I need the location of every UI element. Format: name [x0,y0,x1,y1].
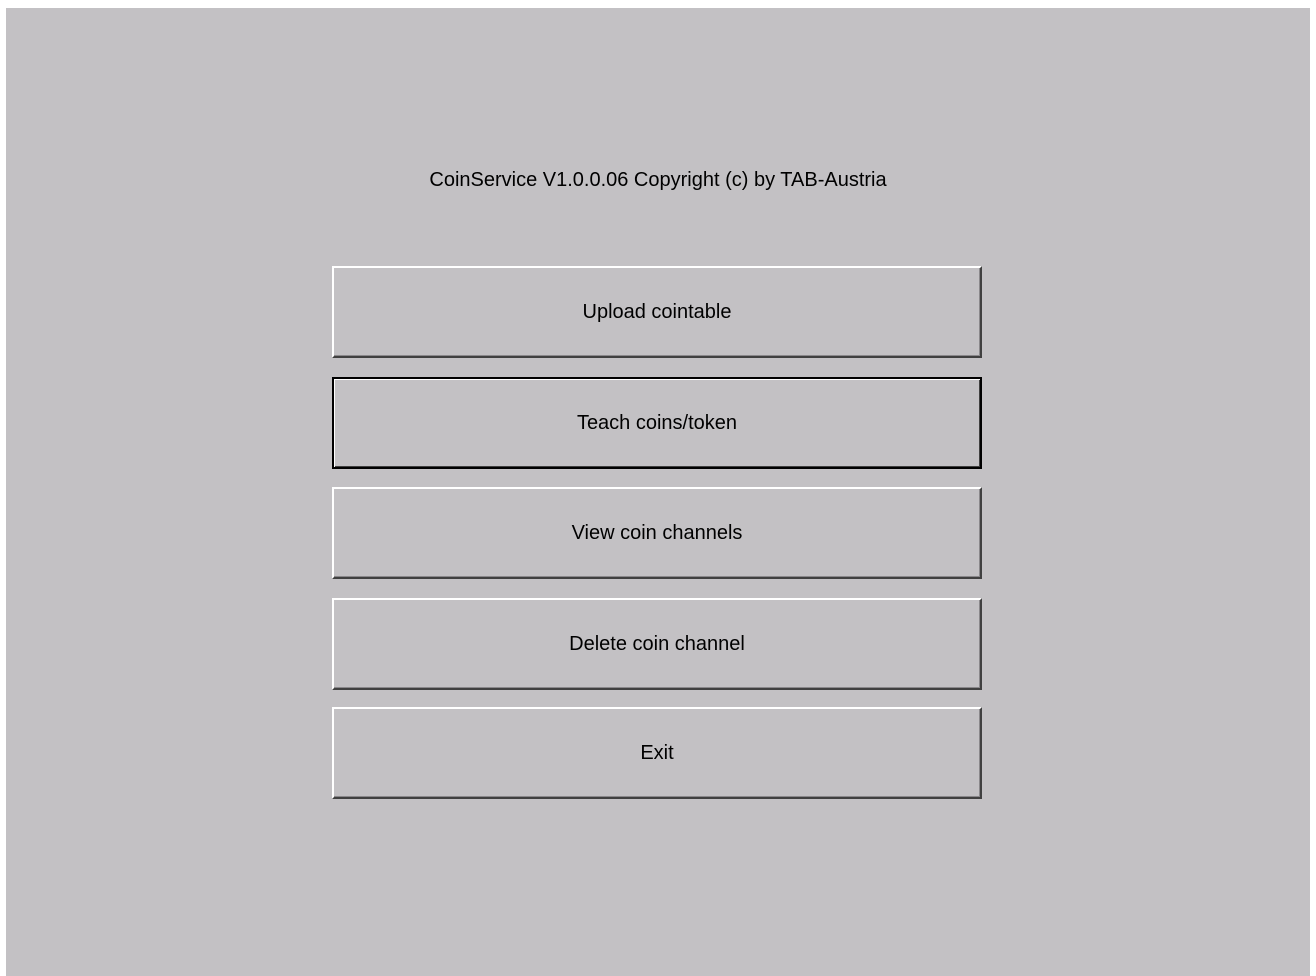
main-window: CoinService V1.0.0.06 Copyright (c) by T… [6,8,1310,976]
delete-coin-channel-button[interactable]: Delete coin channel [332,598,982,690]
view-coin-channels-button[interactable]: View coin channels [332,487,982,579]
upload-cointable-button[interactable]: Upload cointable [332,266,982,358]
exit-button[interactable]: Exit [332,707,982,799]
teach-coins-token-button[interactable]: Teach coins/token [332,377,982,469]
app-title: CoinService V1.0.0.06 Copyright (c) by T… [429,169,887,191]
